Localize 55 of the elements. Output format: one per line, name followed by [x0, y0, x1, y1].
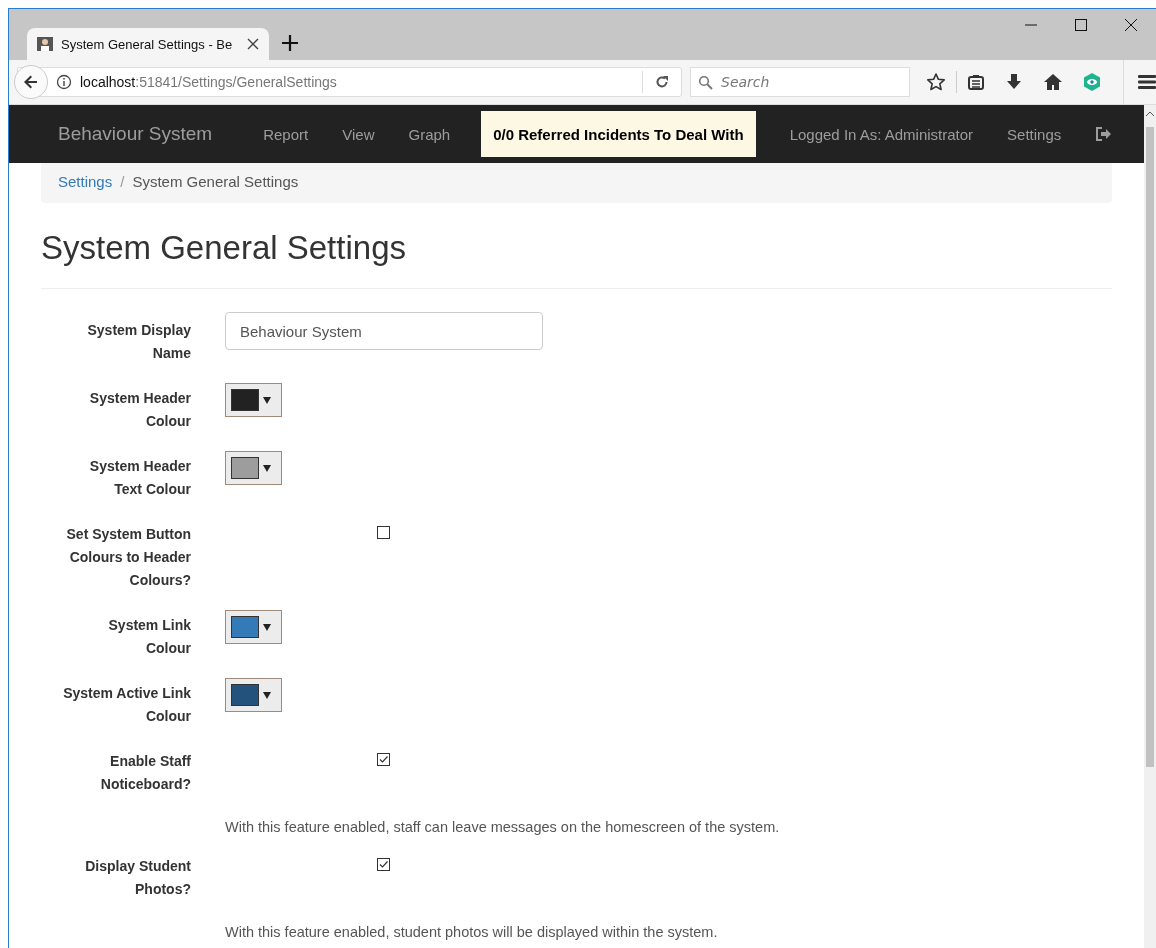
reload-icon[interactable] — [655, 75, 669, 89]
clipboard-icon[interactable] — [967, 73, 985, 91]
breadcrumb-separator: / — [120, 173, 125, 192]
settings-link[interactable]: Settings — [990, 125, 1079, 143]
info-icon[interactable] — [56, 74, 72, 90]
colour-picker[interactable] — [225, 383, 282, 417]
nav-link[interactable]: View — [325, 125, 392, 143]
field-label: Enable Staff Noticeboard? — [99, 752, 191, 794]
checkbox[interactable] — [377, 858, 390, 871]
breadcrumb-link[interactable]: Settings — [58, 173, 113, 193]
caret-icon — [263, 691, 271, 699]
tab-title: System General Settings - Be — [61, 36, 234, 52]
caret-icon — [263, 464, 271, 472]
user-link[interactable]: Logged In As: Administrator — [772, 125, 991, 143]
new-tab-plus-icon[interactable] — [281, 34, 299, 52]
eye-hexagon-icon[interactable] — [1083, 72, 1101, 92]
colour-picker[interactable] — [225, 610, 282, 644]
brand-link[interactable]: Behaviour System — [41, 123, 230, 145]
address-bar[interactable]: localhost:51841/Settings/GeneralSettings — [17, 67, 682, 97]
caret-icon — [263, 623, 271, 631]
caret-icon — [263, 396, 271, 404]
help-text: With this feature enabled, staff can leave messages on the homescreen of the system. — [225, 819, 781, 835]
close-icon[interactable] — [247, 38, 259, 50]
download-arrow-icon[interactable] — [1005, 73, 1023, 91]
page-title: System General Settings — [41, 229, 1112, 289]
field-label: System Display Name — [86, 321, 191, 363]
text-input-field[interactable]: Behaviour System — [225, 312, 543, 350]
browser-tab[interactable]: System General Settings - Be — [27, 28, 269, 60]
checkbox[interactable] — [377, 753, 390, 766]
back-arrow-icon[interactable] — [23, 74, 39, 90]
search-field[interactable]: Search — [690, 67, 910, 97]
scroll-up-icon[interactable] — [1146, 111, 1154, 116]
colour-picker[interactable] — [225, 678, 282, 712]
breadcrumb-current: System General Settings — [132, 173, 299, 192]
bookmark-star-icon[interactable] — [926, 72, 946, 92]
field-label: System Header Colour — [88, 389, 191, 431]
colour-picker[interactable] — [225, 451, 282, 485]
maximize-icon[interactable] — [1075, 19, 1087, 31]
close-icon[interactable] — [1125, 19, 1137, 31]
sign-out-icon[interactable] — [1095, 127, 1112, 141]
help-text: With this feature enabled, student photos will be displayed within the system. — [225, 924, 719, 940]
favicon-icon — [37, 37, 53, 51]
field-label: Display Student Photos? — [84, 857, 191, 899]
checkbox[interactable] — [377, 526, 390, 539]
url-text: localhost:51841/Settings/GeneralSettings — [80, 74, 338, 90]
nav-link[interactable]: Report — [246, 125, 326, 143]
nav-link[interactable]: Graph — [391, 125, 468, 143]
menu-icon[interactable] — [1138, 74, 1156, 90]
field-label: System Link Colour — [107, 616, 191, 658]
scrollbar[interactable] — [1144, 105, 1156, 948]
home-icon[interactable] — [1043, 73, 1063, 91]
referred-incidents-alert[interactable]: 0/0 Referred Incidents To Deal With — [481, 111, 756, 157]
field-label: Set System Button Colours to Header Colours? — [65, 525, 191, 590]
field-label: System Header Text Colour — [88, 457, 191, 499]
field-label: System Active Link Colour — [62, 684, 191, 726]
